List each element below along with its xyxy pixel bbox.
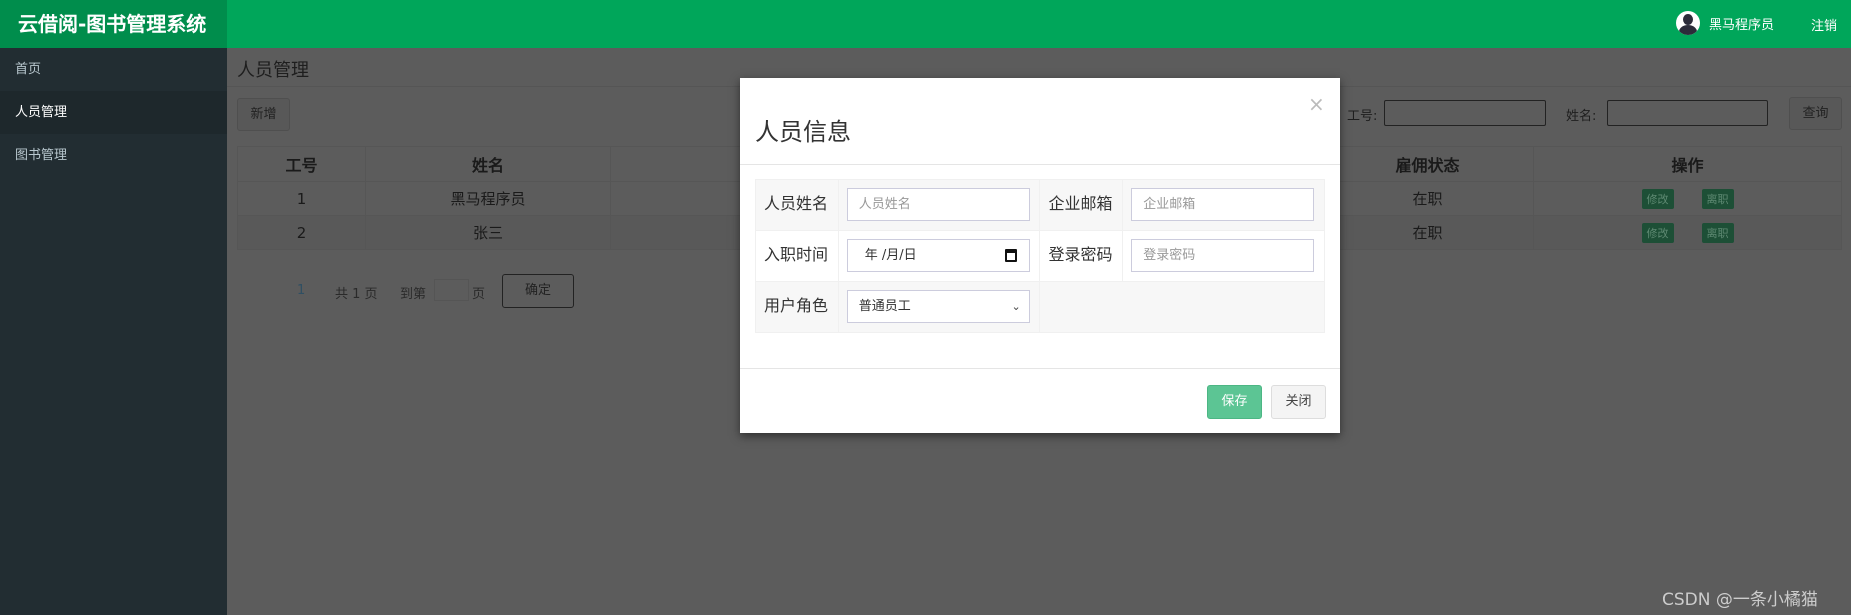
top-header: 云借阅-图书管理系统 黑马程序员 注销 (0, 0, 1851, 48)
role-cell: 普通员工 ⌄ (837, 281, 1041, 333)
edit-button[interactable]: 修改 (1641, 188, 1674, 209)
leave-button[interactable]: 离职 (1701, 188, 1734, 209)
email-input[interactable]: 企业邮箱 (1131, 188, 1315, 221)
cell-name: 黑马程序员 (365, 181, 611, 216)
search-button[interactable]: 查询 (1789, 97, 1842, 130)
goto-suffix: 页 (472, 287, 486, 302)
role-label: 用户角色 (755, 281, 839, 333)
cell-name: 张三 (365, 215, 611, 250)
page-total: 共 1 页 (335, 287, 378, 302)
cell-actions: 修改 离职 (1533, 215, 1842, 250)
id-search-label: 工号: (1347, 109, 1378, 124)
name-search-label: 姓名: (1566, 109, 1597, 124)
col-status: 雇佣状态 (1321, 146, 1534, 182)
goto-label: 到第 (400, 287, 427, 302)
cell-id: 1 (237, 181, 366, 216)
name-search-input[interactable] (1607, 100, 1768, 126)
save-button[interactable]: 保存 (1207, 385, 1262, 419)
role-select[interactable]: 普通员工 ⌄ (846, 290, 1030, 323)
close-icon[interactable]: × (1308, 92, 1325, 116)
col-name: 姓名 (365, 146, 611, 182)
calendar-icon[interactable] (1004, 249, 1017, 262)
id-search-input[interactable] (1384, 100, 1546, 126)
cell-id: 2 (237, 215, 366, 250)
close-button[interactable]: 关闭 (1271, 385, 1326, 419)
user-name: 黑马程序员 (1709, 17, 1775, 33)
page-current[interactable]: 1 (297, 283, 305, 298)
app-logo[interactable]: 云借阅-图书管理系统 (0, 0, 227, 48)
password-input[interactable]: 登录密码 (1131, 239, 1315, 272)
modal-footer-divider (740, 368, 1340, 369)
email-cell: 企业邮箱 (1122, 179, 1325, 231)
hire-date-input[interactable]: 年 /月/日 (846, 239, 1030, 272)
date-label: 入职时间 (755, 230, 839, 282)
modal-title: 人员信息 (755, 118, 851, 146)
chevron-down-icon: ⌄ (1011, 300, 1021, 313)
empty-cell (1039, 281, 1325, 333)
goto-page-input[interactable] (434, 279, 469, 301)
sidebar-item-books[interactable]: 图书管理 (0, 134, 227, 177)
modal-header-divider (740, 164, 1340, 165)
col-actions: 操作 (1533, 146, 1842, 182)
cell-status: 在职 (1321, 215, 1534, 250)
page-title: 人员管理 (237, 60, 309, 81)
password-cell: 登录密码 (1122, 230, 1325, 282)
avatar-icon (1676, 11, 1700, 35)
name-label: 人员姓名 (755, 179, 839, 231)
cell-actions: 修改 离职 (1533, 181, 1842, 216)
email-label: 企业邮箱 (1039, 179, 1124, 231)
name-input[interactable]: 人员姓名 (846, 188, 1030, 221)
cell-status: 在职 (1321, 181, 1534, 216)
col-id: 工号 (237, 146, 366, 182)
staff-info-modal: 人员信息 × 人员姓名 人员姓名 企业邮箱 企业邮箱 入职时间 年 /月/日 登… (740, 78, 1340, 433)
goto-confirm-button[interactable]: 确定 (502, 274, 574, 308)
logout-link[interactable]: 注销 (1811, 15, 1837, 34)
password-label: 登录密码 (1039, 230, 1124, 282)
sidebar: 首页 人员管理 图书管理 (0, 48, 227, 615)
sidebar-item-home[interactable]: 首页 (0, 48, 227, 91)
user-menu[interactable]: 黑马程序员 (1676, 11, 1774, 35)
date-cell: 年 /月/日 (837, 230, 1041, 282)
edit-button[interactable]: 修改 (1641, 222, 1674, 243)
sidebar-item-staff[interactable]: 人员管理 (0, 91, 227, 134)
name-cell: 人员姓名 (837, 179, 1041, 231)
leave-button[interactable]: 离职 (1701, 222, 1734, 243)
watermark: CSDN @一条小橘猫 (1662, 590, 1818, 610)
role-value: 普通员工 (858, 299, 911, 314)
add-button[interactable]: 新增 (237, 98, 290, 131)
staff-form: 人员姓名 人员姓名 企业邮箱 企业邮箱 入职时间 年 /月/日 登录密码 登录密… (755, 179, 1325, 333)
date-value: 年 /月/日 (864, 248, 917, 263)
